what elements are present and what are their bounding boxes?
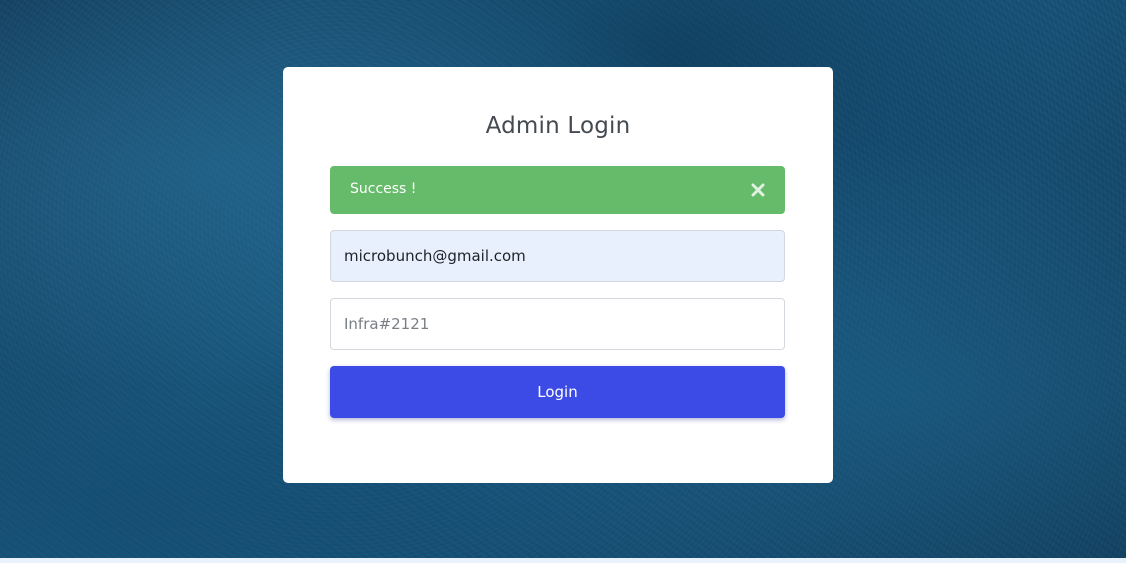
email-field[interactable] bbox=[330, 230, 785, 282]
page-title: Admin Login bbox=[485, 113, 631, 139]
password-field[interactable] bbox=[330, 298, 785, 350]
bottom-strip bbox=[0, 558, 1126, 563]
login-button[interactable]: Login bbox=[330, 366, 785, 418]
success-alert: Success ! bbox=[330, 166, 785, 214]
alert-message: Success ! bbox=[350, 181, 417, 197]
close-icon[interactable] bbox=[747, 179, 769, 201]
login-card: Admin Login Success ! Login bbox=[283, 67, 833, 483]
